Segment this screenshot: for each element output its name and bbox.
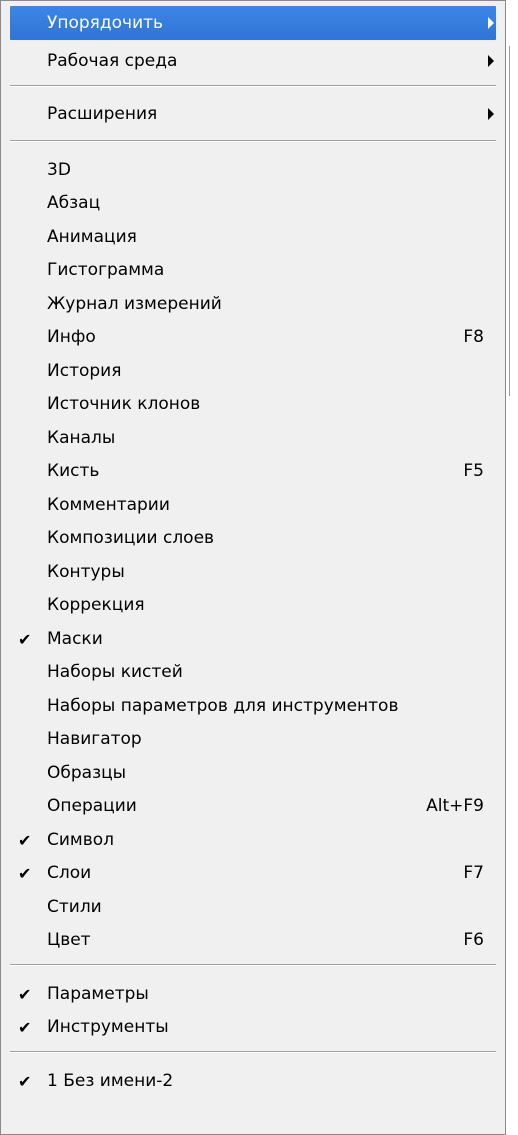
menu-item-paragraph[interactable]: Абзац	[10, 186, 496, 220]
menu-item-label: 1 Без имени-2	[47, 1071, 174, 1091]
menu-item-tools[interactable]: ✔ Инструменты	[10, 1010, 496, 1044]
menu-item-label: Комментарии	[47, 495, 170, 515]
menu-item-label: Анимация	[47, 227, 137, 247]
menu-item-shortcut: F8	[463, 327, 484, 347]
menu-item-label: Журнал измерений	[47, 294, 222, 314]
menu-item-label: 3D	[47, 160, 71, 180]
menu-item-label: Каналы	[47, 428, 116, 448]
menu-item-label: Символ	[47, 830, 115, 850]
menu-item-document-untitled-2[interactable]: ✔ 1 Без имени-2	[10, 1064, 496, 1098]
checkmark-icon: ✔	[18, 1017, 32, 1037]
menu-item-label: Композиции слоев	[47, 528, 215, 548]
menu-item-swatches[interactable]: Образцы	[10, 756, 496, 790]
submenu-arrow-icon	[488, 17, 494, 29]
checkmark-icon: ✔	[18, 830, 32, 850]
menu-item-animation[interactable]: Анимация	[10, 220, 496, 254]
menu-item-masks[interactable]: ✔ Маски	[10, 622, 496, 656]
menu-item-brush-presets[interactable]: Наборы кистей	[10, 655, 496, 689]
menu-item-label: Коррекция	[47, 595, 145, 615]
menu-item-label: Гистограмма	[47, 260, 165, 280]
menu-item-workspace[interactable]: Рабочая среда	[10, 44, 496, 78]
menu-item-label: Цвет	[47, 930, 91, 950]
menu-item-label: Кисть	[47, 461, 100, 481]
menu-item-brush[interactable]: Кисть F5	[10, 454, 496, 488]
menu-item-shortcut: F5	[463, 461, 484, 481]
menu-item-label: Наборы параметров для инструментов	[47, 696, 399, 716]
menu-item-label: Инфо	[47, 327, 96, 347]
menu-item-clone-source[interactable]: Источник клонов	[10, 387, 496, 421]
menu-separator	[10, 140, 496, 142]
menu-item-arrange[interactable]: Упорядочить	[10, 6, 496, 40]
menu-item-label: Параметры	[47, 984, 149, 1004]
menu-item-tool-presets[interactable]: Наборы параметров для инструментов	[10, 689, 496, 723]
menu-item-actions[interactable]: Операции Alt+F9	[10, 789, 496, 823]
menu-item-shortcut: Alt+F9	[426, 796, 484, 816]
menu-item-options[interactable]: ✔ Параметры	[10, 977, 496, 1011]
menu-item-layer-comps[interactable]: Композиции слоев	[10, 521, 496, 555]
menu-item-measurement-log[interactable]: Журнал измерений	[10, 287, 496, 321]
menu-item-label: Источник клонов	[47, 394, 201, 414]
checkmark-icon: ✔	[18, 863, 32, 883]
menu-item-styles[interactable]: Стили	[10, 890, 496, 924]
background-window-edge	[509, 46, 515, 396]
menu-item-adjustments[interactable]: Коррекция	[10, 588, 496, 622]
menu-item-label: Контуры	[47, 562, 125, 582]
menu-item-label: Маски	[47, 629, 103, 649]
menu-item-label: Упорядочить	[47, 13, 164, 33]
submenu-arrow-icon	[488, 108, 494, 120]
menu-item-label: Навигатор	[47, 729, 142, 749]
checkmark-icon: ✔	[18, 984, 32, 1004]
submenu-arrow-icon	[488, 55, 494, 67]
menu-item-histogram[interactable]: Гистограмма	[10, 253, 496, 287]
menu-item-label: История	[47, 361, 122, 381]
menu-item-label: Инструменты	[47, 1017, 169, 1037]
menu-item-channels[interactable]: Каналы	[10, 421, 496, 455]
menu-item-paths[interactable]: Контуры	[10, 555, 496, 589]
window-menu: Упорядочить Рабочая среда Расширения 3D …	[0, 0, 506, 1135]
menu-item-3d[interactable]: 3D	[10, 153, 496, 187]
menu-item-character[interactable]: ✔ Символ	[10, 823, 496, 857]
menu-item-label: Расширения	[47, 104, 158, 124]
menu-separator	[10, 1051, 496, 1053]
menu-item-navigator[interactable]: Навигатор	[10, 722, 496, 756]
menu-separator	[10, 964, 496, 966]
menu-item-color[interactable]: Цвет F6	[10, 923, 496, 957]
checkmark-icon: ✔	[18, 629, 32, 649]
menu-item-label: Рабочая среда	[47, 51, 178, 71]
menu-item-label: Абзац	[47, 193, 101, 213]
menu-item-shortcut: F7	[463, 863, 484, 883]
menu-item-label: Стили	[47, 897, 102, 917]
menu-item-label: Наборы кистей	[47, 662, 183, 682]
menu-item-label: Слои	[47, 863, 92, 883]
menu-item-label: Образцы	[47, 763, 127, 783]
menu-item-comments[interactable]: Комментарии	[10, 488, 496, 522]
menu-item-shortcut: F6	[463, 930, 484, 950]
menu-item-info[interactable]: Инфо F8	[10, 320, 496, 354]
menu-item-extensions[interactable]: Расширения	[10, 97, 496, 131]
menu-item-history[interactable]: История	[10, 354, 496, 388]
menu-item-layers[interactable]: ✔ Слои F7	[10, 856, 496, 890]
menu-item-label: Операции	[47, 796, 137, 816]
checkmark-icon: ✔	[18, 1071, 32, 1091]
menu-separator	[10, 85, 496, 87]
